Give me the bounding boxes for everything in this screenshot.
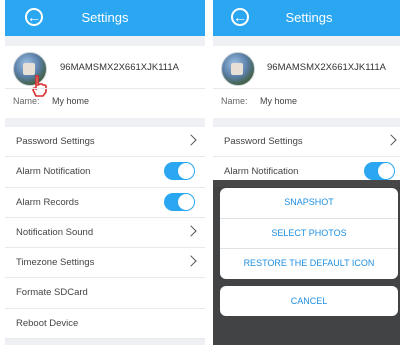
settings-screen-left: ← Settings 96MAMSMX2X661XJK111A Name: My… — [5, 0, 205, 345]
name-value: My home — [52, 96, 90, 106]
header-bar: ← Settings — [5, 0, 205, 36]
header-bar: ← Settings — [213, 0, 400, 36]
toggle-knob — [178, 163, 194, 180]
name-value: My home — [260, 96, 298, 106]
menu-item-alarm-records: Alarm Records — [5, 188, 205, 218]
chevron-right-icon — [185, 134, 197, 146]
name-label: Name: — [221, 96, 248, 106]
device-name-row[interactable]: Name: My home — [221, 96, 297, 106]
menu-item-notification-sound[interactable]: Notification Sound — [5, 218, 205, 249]
divider — [5, 88, 205, 89]
select-photos-option[interactable]: SELECT PHOTOS — [220, 219, 398, 249]
menu-item-label: Timezone Settings — [16, 257, 95, 269]
chevron-right-icon — [185, 255, 197, 267]
restore-default-icon-option[interactable]: RESTORE THE DEFAULT ICON — [220, 249, 398, 279]
menu-item-label: Alarm Notification — [224, 166, 299, 178]
menu-item-label: Alarm Notification — [16, 166, 91, 178]
alarm-notification-toggle[interactable] — [364, 162, 395, 181]
menu-item-reboot-device[interactable]: Reboot Device — [5, 309, 205, 340]
device-id: 96MAMSMX2X661XJK111A — [60, 62, 179, 73]
menu-item-alarm-notification: Alarm Notification — [5, 157, 205, 188]
device-profile: 96MAMSMX2X661XJK111A Name: My home — [5, 46, 205, 118]
chevron-right-icon — [385, 134, 397, 146]
alarm-records-toggle[interactable] — [164, 192, 195, 211]
device-name-row[interactable]: Name: My home — [13, 96, 89, 106]
divider — [213, 88, 400, 89]
menu-item-label: Reboot Device — [16, 317, 79, 329]
menu-item-label: Password Settings — [224, 136, 303, 147]
menu-item-label: Notification Sound — [16, 226, 94, 238]
cancel-button[interactable]: CANCEL — [220, 286, 398, 316]
settings-screen-right: ← Settings 96MAMSMX2X661XJK111A Name: My… — [213, 0, 400, 345]
menu-item-format-sdcard[interactable]: Formate SDCard — [5, 278, 205, 309]
menu-item-password-settings[interactable]: Password Settings — [213, 127, 400, 158]
menu-item-timezone-settings[interactable]: Timezone Settings — [5, 248, 205, 279]
page-title: Settings — [81, 10, 129, 25]
hand-pointer-icon — [32, 75, 47, 97]
toggle-knob — [178, 193, 194, 210]
house-icon — [231, 63, 243, 75]
menu-item-label: Formate SDCard — [16, 287, 88, 299]
chevron-right-icon — [185, 225, 197, 237]
alarm-notification-toggle[interactable] — [164, 162, 195, 181]
device-profile: 96MAMSMX2X661XJK111A Name: My home — [213, 46, 400, 118]
device-avatar[interactable] — [221, 52, 255, 86]
toggle-knob — [378, 163, 394, 180]
page-title: Settings — [285, 10, 333, 25]
menu-item-password-settings[interactable]: Password Settings — [5, 127, 205, 158]
menu-item-label: Alarm Records — [16, 196, 79, 208]
settings-menu: Password Settings Alarm Notification Ala… — [5, 127, 205, 340]
menu-item-label: Password Settings — [16, 136, 95, 147]
snapshot-option[interactable]: SNAPSHOT — [220, 188, 398, 219]
settings-menu: Password Settings Alarm Notification — [213, 127, 400, 188]
action-sheet: SNAPSHOT SELECT PHOTOS RESTORE THE DEFAU… — [220, 188, 398, 279]
name-label: Name: — [13, 96, 40, 106]
device-id: 96MAMSMX2X661XJK111A — [267, 62, 386, 73]
